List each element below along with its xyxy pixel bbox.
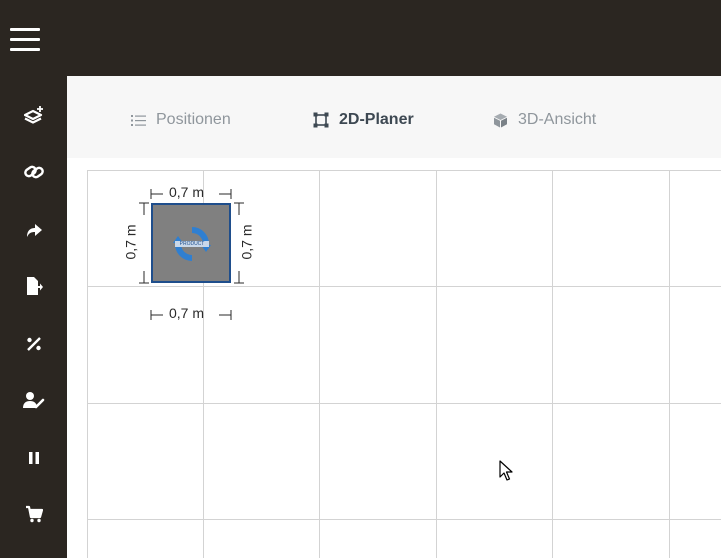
object-logo: PRODUCT	[179, 241, 205, 247]
grid-line	[87, 519, 721, 520]
percent-icon[interactable]	[14, 324, 54, 364]
tab-positionen[interactable]: Positionen	[131, 108, 231, 132]
sidebar	[0, 76, 67, 558]
top-bar	[0, 0, 721, 76]
share-arrow-icon[interactable]	[14, 210, 54, 250]
planner-canvas[interactable]: 0,7 m 0,7 m 0,7 m 0,7 m PRODUCT	[87, 170, 721, 558]
list-icon	[131, 114, 146, 126]
depth-dimension-label-right: 0,7 m	[238, 224, 255, 260]
grid-line	[319, 170, 320, 558]
pause-icon[interactable]	[14, 438, 54, 478]
grid-line	[436, 170, 437, 558]
cart-icon[interactable]	[14, 494, 54, 534]
tab-3d-ansicht[interactable]: 3D-Ansicht	[493, 108, 596, 132]
user-edit-icon[interactable]	[14, 380, 54, 420]
link-icon[interactable]	[14, 152, 54, 192]
file-export-icon[interactable]	[14, 266, 54, 306]
grid-line	[87, 403, 721, 404]
mouse-pointer-icon	[499, 460, 513, 481]
frame-icon	[313, 112, 329, 128]
view-tabs-bar: Positionen 2D-Planer 3D-Ansicht	[67, 76, 721, 158]
cube-icon	[494, 113, 507, 127]
tab-2d-planer[interactable]: 2D-Planer	[313, 108, 414, 132]
tab-label: 3D-Ansicht	[518, 111, 597, 128]
layers-add-icon[interactable]	[14, 96, 54, 136]
planner-object[interactable]: PRODUCT	[151, 203, 231, 283]
hamburger-menu-icon[interactable]	[10, 28, 40, 52]
grid-line	[669, 170, 670, 558]
tab-label: Positionen	[156, 111, 231, 128]
tab-label: 2D-Planer	[339, 111, 414, 128]
width-dimension-label-bottom: 0,7 m	[169, 305, 205, 321]
grid-line	[552, 170, 553, 558]
depth-dimension-label: 0,7 m	[122, 224, 139, 260]
width-dimension-label: 0,7 m	[169, 184, 205, 200]
